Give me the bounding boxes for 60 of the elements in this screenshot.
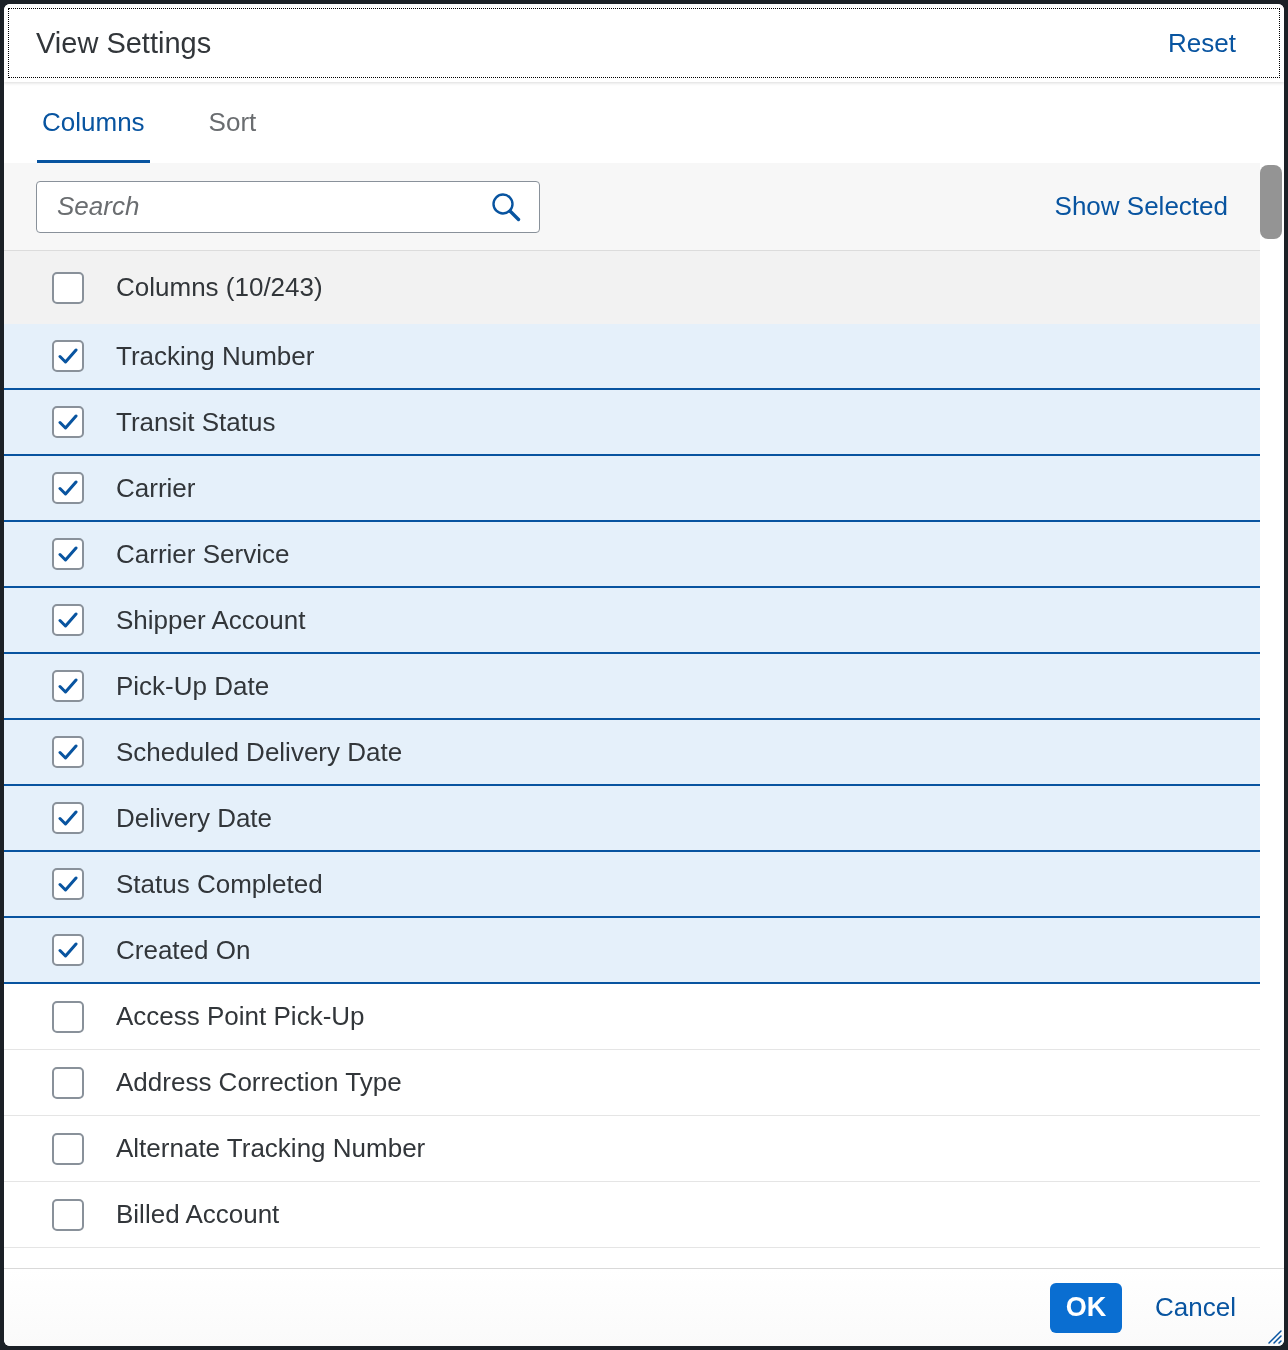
column-row[interactable]: Pick-Up Date: [4, 654, 1260, 720]
column-row[interactable]: Status Completed: [4, 852, 1260, 918]
check-icon: [58, 810, 78, 826]
column-row[interactable]: Delivery Date: [4, 786, 1260, 852]
list-header-label: Columns (10/243): [116, 272, 323, 303]
column-label: Alternate Tracking Number: [116, 1133, 426, 1164]
column-row[interactable]: Carrier: [4, 456, 1260, 522]
ok-button[interactable]: OK: [1050, 1282, 1123, 1333]
column-label: Shipper Account: [116, 604, 306, 636]
checkbox[interactable]: [52, 340, 84, 372]
checkbox[interactable]: [52, 604, 84, 636]
checkbox[interactable]: [52, 538, 84, 570]
column-label: Scheduled Delivery Date: [116, 736, 403, 768]
column-label: Transit Status: [116, 406, 276, 438]
column-label: Delivery Date: [116, 802, 273, 834]
check-icon: [58, 678, 78, 694]
resize-grip-icon[interactable]: [1266, 1328, 1282, 1344]
column-row[interactable]: Created On: [4, 918, 1260, 984]
column-label: Access Point Pick-Up: [116, 1001, 365, 1032]
column-label: Carrier: [116, 472, 196, 504]
select-all-checkbox[interactable]: [52, 271, 84, 304]
check-icon: [58, 942, 78, 958]
checkbox[interactable]: [52, 1198, 84, 1231]
checkbox[interactable]: [52, 406, 84, 438]
checkbox[interactable]: [52, 868, 84, 900]
column-row[interactable]: Shipper Account: [4, 588, 1260, 654]
checkbox[interactable]: [52, 472, 84, 504]
reset-button[interactable]: Reset: [1156, 19, 1248, 67]
dialog-title: View Settings: [36, 26, 212, 60]
column-label: Status Completed: [116, 868, 323, 900]
checkbox[interactable]: [52, 670, 84, 702]
check-icon: [58, 744, 78, 760]
column-label: Created On: [116, 934, 251, 966]
checkbox[interactable]: [52, 1000, 84, 1033]
check-icon: [58, 612, 78, 628]
checkbox[interactable]: [52, 802, 84, 834]
column-label: Tracking Number: [116, 340, 315, 372]
column-label: Pick-Up Date: [116, 670, 270, 702]
search-icon[interactable]: [491, 191, 521, 222]
cancel-button[interactable]: Cancel: [1143, 1282, 1248, 1333]
checkbox[interactable]: [52, 736, 84, 768]
tab[interactable]: Sort: [203, 82, 262, 163]
check-icon: [58, 546, 78, 562]
check-icon: [58, 414, 78, 430]
search-field[interactable]: Search: [36, 180, 540, 233]
check-icon: [58, 348, 78, 364]
column-row[interactable]: Tracking Number: [4, 324, 1260, 390]
column-row[interactable]: Carrier Service: [4, 522, 1260, 588]
column-label: Address Correction Type: [116, 1067, 402, 1098]
column-row[interactable]: Scheduled Delivery Date: [4, 720, 1260, 786]
checkbox[interactable]: [52, 1132, 84, 1165]
show-selected-button[interactable]: Show Selected: [1042, 182, 1240, 231]
column-label: Billed Account: [116, 1199, 280, 1230]
check-icon: [58, 876, 78, 892]
check-icon: [58, 480, 78, 496]
checkbox[interactable]: [52, 934, 84, 966]
column-row[interactable]: Transit Status: [4, 390, 1260, 456]
checkbox[interactable]: [52, 1066, 84, 1099]
column-label: Carrier Service: [116, 538, 290, 570]
scrollbar-thumb[interactable]: [1260, 165, 1282, 239]
